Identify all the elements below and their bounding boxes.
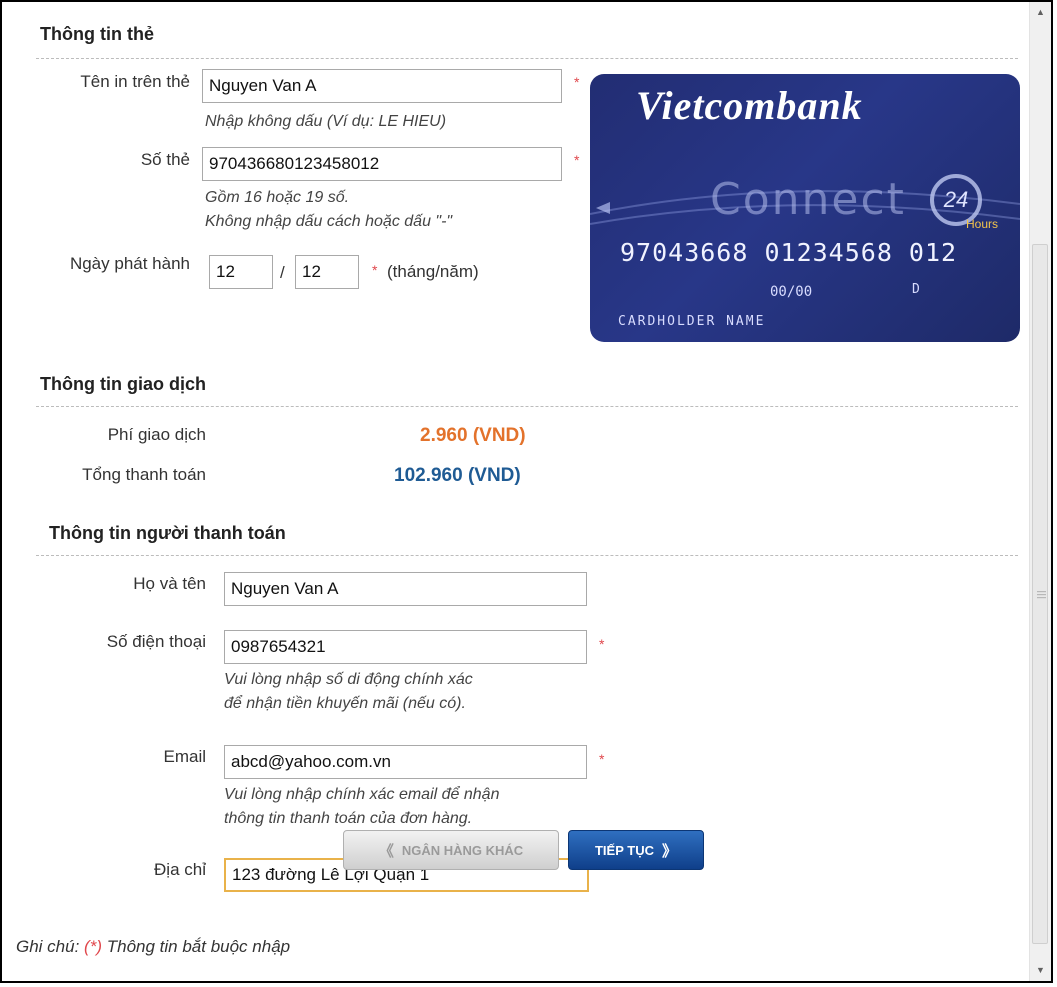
card-image: Vietcombank Connect 24 Hours 97043668 01… [590,74,1020,342]
grip-icon: — — — [1037,586,1046,602]
fee-value: 2.960 (VND) [420,425,526,446]
double-chevron-right-icon: 》 [661,842,677,860]
continue-button[interactable]: TIẾP TỤC 》 [568,830,704,870]
double-chevron-left-icon: 《 [378,842,394,860]
note-prefix: Ghi chú: [16,937,80,956]
address-label: Địa chỉ [154,860,206,879]
required-mark: * [599,636,605,652]
total-value: 102.960 (VND) [394,465,521,486]
card-product-name: Connect [710,174,906,225]
fee-label: Phí giao dịch [107,425,206,444]
card-number-input[interactable] [202,147,562,181]
issue-date-format: (tháng/năm) [387,262,479,281]
email-hint-2: thông tin thanh toán của đơn hàng. [224,810,473,827]
scrollbar-thumb[interactable]: — — — [1032,244,1048,944]
required-mark: * [372,262,378,278]
other-bank-button-label: NGÂN HÀNG KHÁC [401,842,524,858]
card-name-input[interactable] [202,69,562,103]
issue-year-input[interactable] [295,255,359,289]
card-number-hint-2: Không nhập dấu cách hoặc dấu "-" [205,213,453,230]
email-label: Email [163,747,206,766]
divider [36,58,1018,59]
scroll-down-icon[interactable]: ▼ [1030,960,1051,981]
note-star: (*) [84,937,102,956]
required-mark: * [574,152,580,168]
card-section-title: Thông tin thẻ [40,24,154,44]
issue-date-label: Ngày phát hành [69,254,190,273]
card-holder-name: CARDHOLDER NAME [618,314,766,329]
total-label: Tổng thanh toán [82,465,206,484]
card-name-label: Tên in trên thẻ [80,72,190,91]
card-name-hint: Nhập không dấu (Ví dụ: LE HIEU) [205,113,447,130]
phone-hint-2: để nhận tiền khuyến mãi (nếu có). [224,695,466,712]
transaction-section-title: Thông tin giao dịch [40,374,206,394]
card-class-code: D [912,282,920,297]
date-separator: / [280,263,285,282]
required-mark: * [574,74,580,90]
card-valid-thru: 00/00 [770,284,813,300]
card-number-display: 97043668 01234568 012 [620,238,958,267]
payment-form-window: Thông tin thẻ Tên in trên thẻ * Nhập khô… [0,0,1053,983]
email-input[interactable] [224,745,587,779]
payer-section-title: Thông tin người thanh toán [49,523,286,543]
card-hours-text: Hours [966,217,999,231]
scroll-up-icon[interactable]: ▲ [1030,2,1051,23]
issue-month-input[interactable] [209,255,273,289]
card-number-label: Số thẻ [140,150,190,169]
note-text: Thông tin bắt buộc nhập [106,937,291,956]
card-brand-logo: Vietcombank [636,83,863,128]
phone-label: Số điện thoại [106,632,206,651]
required-mark: * [599,751,605,767]
divider [36,555,1018,556]
phone-input[interactable] [224,630,587,664]
phone-hint-1: Vui lòng nhập số di động chính xác [224,671,473,688]
other-bank-button[interactable]: 《 NGÂN HÀNG KHÁC [343,830,559,870]
fullname-label: Họ và tên [133,574,206,593]
fullname-input[interactable] [224,572,587,606]
vertical-scrollbar[interactable]: ▲ — — — ▼ [1029,2,1051,981]
email-hint-1: Vui lòng nhập chính xác email để nhận [224,786,500,803]
card-number-hint-1: Gồm 16 hoặc 19 số. [205,189,350,206]
divider [36,406,1018,407]
continue-button-label: TIẾP TỤC [594,842,654,858]
required-note: Ghi chú: (*) Thông tin bắt buộc nhập [16,937,290,957]
